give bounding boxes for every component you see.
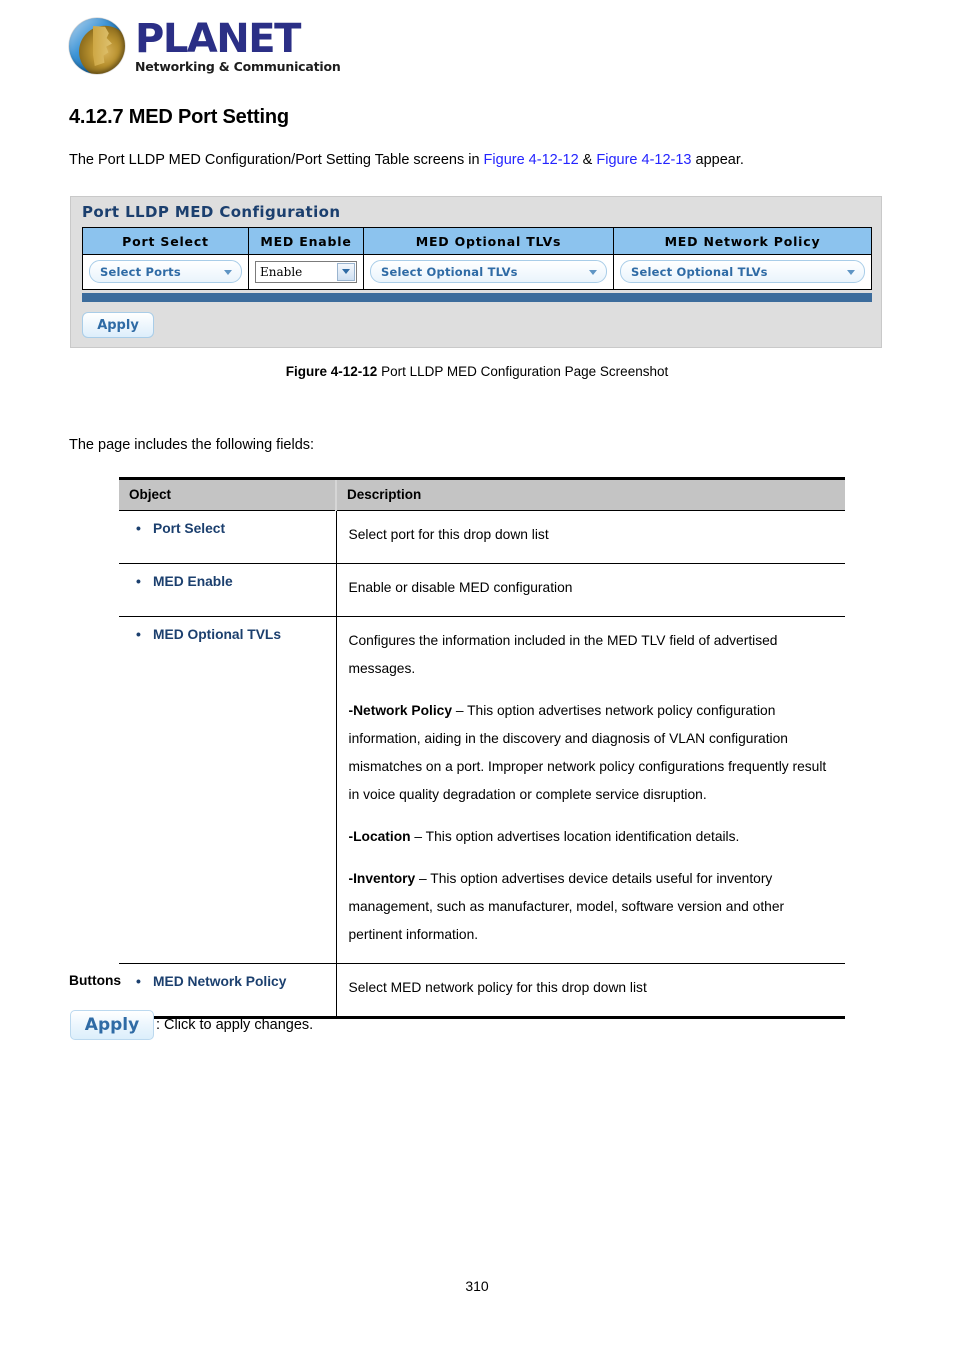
object-label: Port Select (131, 520, 328, 536)
fields-note: The page includes the following fields: (69, 437, 315, 453)
column-header-object: Object (119, 478, 337, 511)
column-header-description: Description (336, 478, 845, 511)
port-select-dropdown[interactable]: Select Ports (89, 260, 242, 283)
object-description-table: Object Description Port Select Select po… (119, 477, 845, 1019)
buttons-heading: Buttons (69, 973, 122, 988)
globe-face-icon (93, 26, 112, 66)
planet-globe-icon (69, 18, 125, 74)
med-optional-tlvs-value: Select Optional TLVs (381, 264, 518, 279)
object-cell: Port Select (119, 510, 337, 564)
description-paragraph: Configures the information included in t… (348, 633, 778, 676)
object-label: MED Optional TVLs (131, 626, 328, 642)
table-row: MED Enable Enable or disable MED configu… (119, 563, 845, 617)
intro-mid: & (578, 152, 597, 168)
cell-port-select: Select Ports (83, 255, 248, 289)
chevron-down-icon (224, 270, 232, 275)
description-cell: Configures the information included in t… (336, 616, 845, 964)
table-body: Port Select Select port for this drop do… (119, 510, 845, 1018)
med-optional-tlvs-dropdown[interactable]: Select Optional TLVs (370, 260, 607, 283)
med-config-table-row: Select Ports Enable Select Optional TLVs (83, 255, 871, 289)
chevron-down-icon (342, 269, 350, 274)
description-cell: Select MED network policy for this drop … (336, 964, 845, 1018)
intro-prefix: The Port LLDP MED Configuration/Port Set… (69, 152, 484, 168)
description-paragraph: -Network Policy – This option advertises… (349, 697, 838, 809)
description-paragraph: Select port for this drop down list (348, 527, 549, 542)
object-label: MED Network Policy (131, 973, 328, 989)
description-lead: -Network Policy (348, 703, 453, 718)
description-paragraph: Select MED network policy for this drop … (348, 980, 647, 995)
column-header-med-network-policy: MED Network Policy (613, 228, 871, 254)
description-paragraph: -Inventory – This option advertises devi… (349, 865, 838, 949)
panel-footer-bar (82, 293, 872, 302)
intro-suffix: appear. (691, 152, 744, 168)
figure-caption-label: Figure 4-12-12 (285, 364, 378, 379)
table-row: Port Select Select port for this drop do… (119, 510, 845, 564)
object-cell: MED Enable (119, 563, 337, 617)
chevron-down-icon (847, 270, 855, 275)
column-header-med-enable: MED Enable (248, 228, 363, 254)
figure-caption-text: Port LLDP MED Configuration Page Screens… (377, 364, 669, 379)
description-lead: -Inventory (348, 871, 416, 886)
cell-med-optional-tlvs: Select Optional TLVs (363, 255, 613, 289)
object-cell: MED Optional TVLs (119, 616, 337, 964)
table-head: Object Description (119, 478, 845, 511)
brand-text: PLANET Networking & Communication (135, 19, 341, 74)
table-header-row: Object Description (119, 478, 845, 511)
med-config-table-header: Port Select MED Enable MED Optional TLVs… (83, 228, 871, 255)
column-header-med-optional-tlvs: MED Optional TLVs (363, 228, 613, 254)
cell-med-enable: Enable (248, 255, 363, 289)
med-network-policy-value: Select Optional TLVs (631, 264, 768, 279)
description-paragraph: -Location – This option advertises locat… (349, 823, 838, 851)
med-enable-select[interactable]: Enable (255, 260, 357, 283)
description-rest: – This option advertises location identi… (410, 829, 740, 844)
description-paragraph: Enable or disable MED configuration (348, 580, 573, 595)
apply-button[interactable]: Apply (70, 1010, 154, 1040)
panel-title: Port LLDP MED Configuration (82, 203, 341, 221)
brand-name: PLANET (135, 15, 301, 62)
port-select-value: Select Ports (100, 264, 181, 279)
apply-button-description: : Click to apply changes. (156, 1017, 314, 1033)
brand-logo: PLANET Networking & Communication (69, 18, 341, 74)
med-enable-value: Enable (260, 264, 303, 279)
select-dropdown-button[interactable] (337, 262, 355, 281)
chevron-down-icon (589, 270, 597, 275)
port-lldp-med-configuration-panel: Port LLDP MED Configuration Port Select … (70, 196, 882, 348)
description-cell: Enable or disable MED configuration (336, 563, 845, 617)
buttons-row: Apply : Click to apply changes. (70, 1010, 313, 1040)
page-number: 310 (465, 1278, 489, 1294)
med-config-table: Port Select MED Enable MED Optional TLVs… (82, 227, 872, 290)
column-header-port-select: Port Select (122, 234, 209, 249)
med-network-policy-dropdown[interactable]: Select Optional TLVs (620, 260, 865, 283)
intro-paragraph: The Port LLDP MED Configuration/Port Set… (69, 152, 744, 168)
figure-xref-1[interactable]: Figure 4-12-12 (484, 152, 579, 168)
page-title: 4.12.7 MED Port Setting (69, 106, 289, 128)
cell-med-network-policy: Select Optional TLVs (613, 255, 871, 289)
brand-tagline: Networking & Communication (135, 58, 341, 74)
panel-apply-button[interactable]: Apply (82, 312, 154, 338)
table-row: MED Optional TVLs Configures the informa… (119, 616, 845, 964)
description-cell: Select port for this drop down list (336, 510, 845, 564)
object-label: MED Enable (131, 573, 328, 589)
description-lead: -Location (348, 829, 411, 844)
figure-xref-2[interactable]: Figure 4-12-13 (596, 152, 691, 168)
figure-caption: Figure 4-12-12 Port LLDP MED Configurati… (0, 364, 954, 379)
